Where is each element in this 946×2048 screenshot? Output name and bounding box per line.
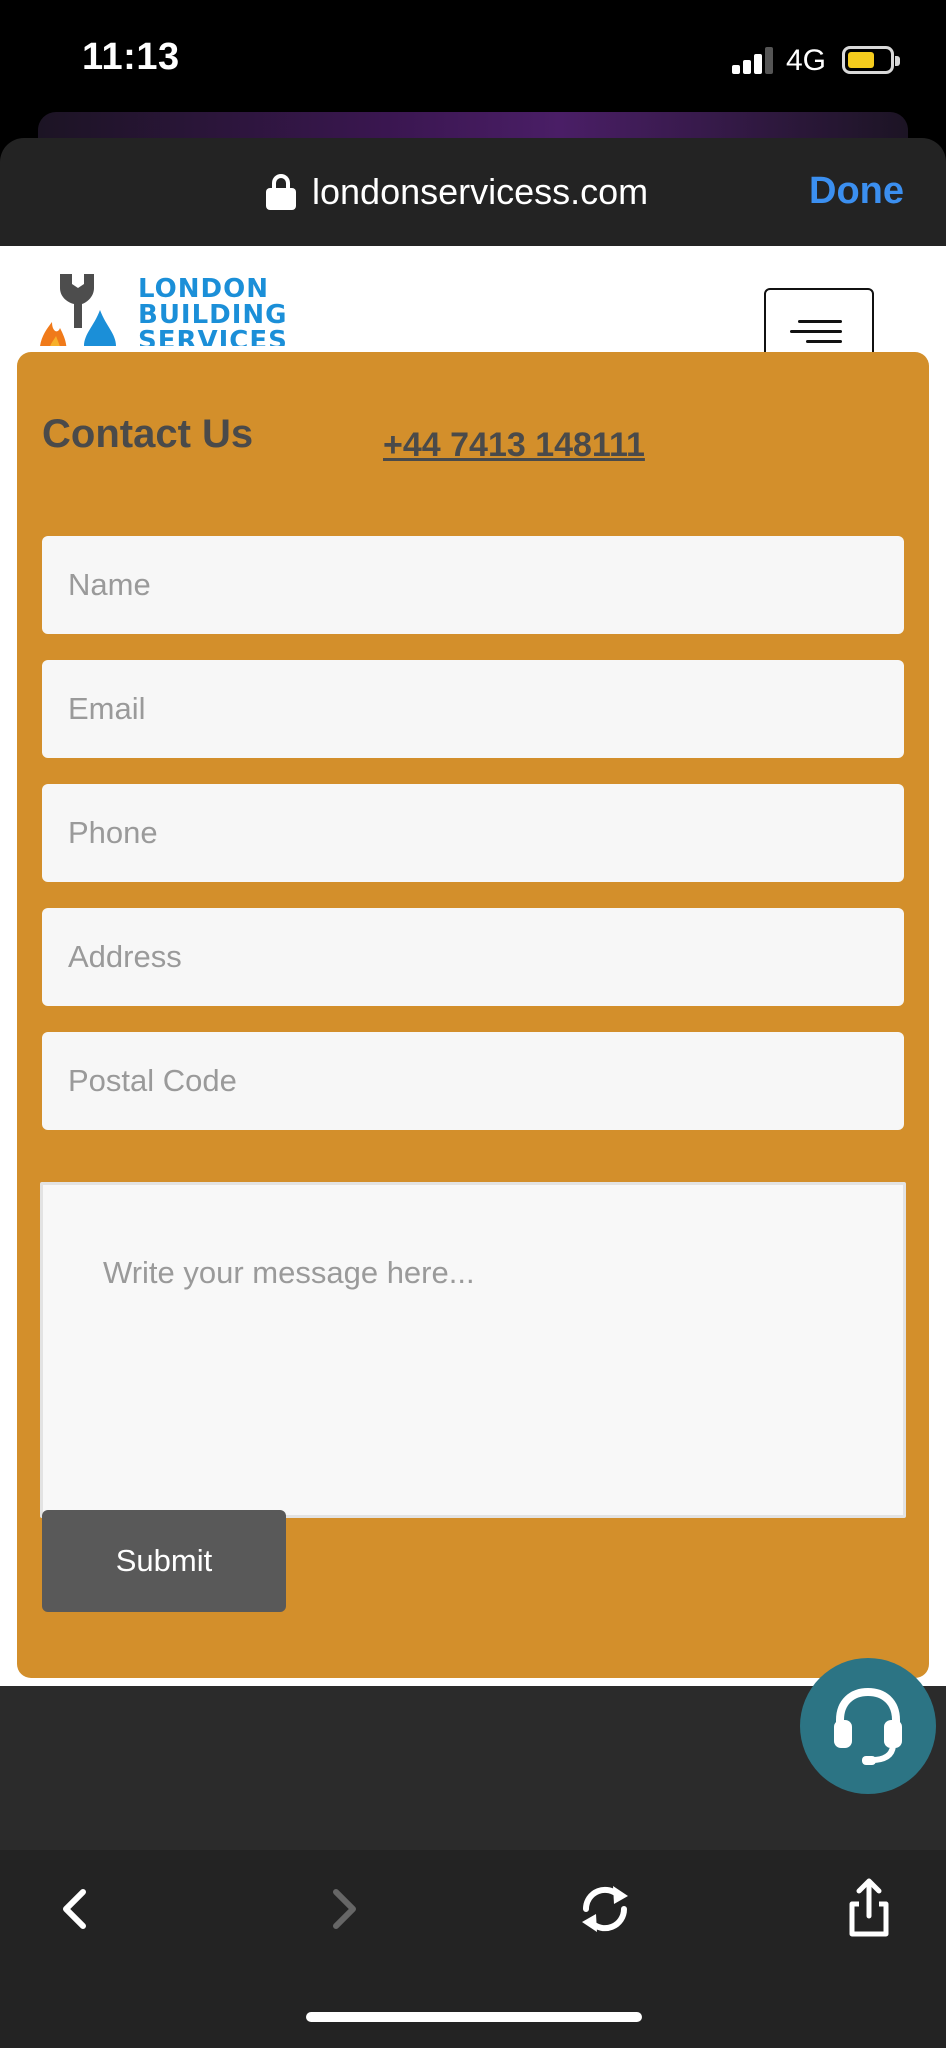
contact-title: Contact Us — [42, 412, 254, 456]
hamburger-icon — [798, 320, 842, 323]
done-button[interactable]: Done — [809, 170, 904, 213]
battery-icon — [842, 46, 900, 74]
reload-button[interactable] — [570, 1874, 640, 1944]
webpage: LONDON BUILDING SERVICES Contact Us +44 … — [0, 246, 946, 1686]
forward-icon — [333, 1889, 356, 1929]
url-text: londonservicess.com — [312, 171, 649, 212]
share-button[interactable] — [834, 1874, 904, 1944]
share-icon — [849, 1878, 889, 1937]
signal-icon — [732, 46, 776, 74]
contact-form-panel: Contact Us +44 7413 148111 Submit — [17, 352, 929, 1678]
address-field[interactable] — [42, 908, 904, 1006]
back-button[interactable] — [41, 1874, 111, 1944]
headset-icon — [834, 1687, 902, 1765]
network-type: 4G — [786, 44, 827, 77]
home-indicator — [306, 2012, 642, 2022]
status-time: 11:13 — [82, 36, 180, 78]
phone-field[interactable] — [42, 784, 904, 882]
browser-header: londonservicess.com Done — [0, 138, 946, 246]
message-field[interactable] — [40, 1182, 906, 1518]
logo-wordmark: LONDON BUILDING SERVICES — [138, 274, 288, 346]
status-bar: 11:13 4G — [0, 0, 946, 120]
address-bar[interactable]: londonservicess.com — [266, 170, 648, 214]
submit-button[interactable]: Submit — [42, 1510, 286, 1612]
support-chat-button[interactable] — [800, 1658, 936, 1794]
contact-phone-link[interactable]: +44 7413 148111 — [383, 426, 645, 465]
reload-icon — [582, 1886, 628, 1932]
name-field[interactable] — [42, 536, 904, 634]
lock-icon — [266, 174, 296, 210]
email-field[interactable] — [42, 660, 904, 758]
wrench-flame-drop-icon — [40, 274, 116, 346]
site-logo[interactable]: LONDON BUILDING SERVICES — [38, 270, 308, 346]
postal-code-field[interactable] — [42, 1032, 904, 1130]
back-icon — [63, 1889, 86, 1929]
forward-button[interactable] — [308, 1874, 378, 1944]
